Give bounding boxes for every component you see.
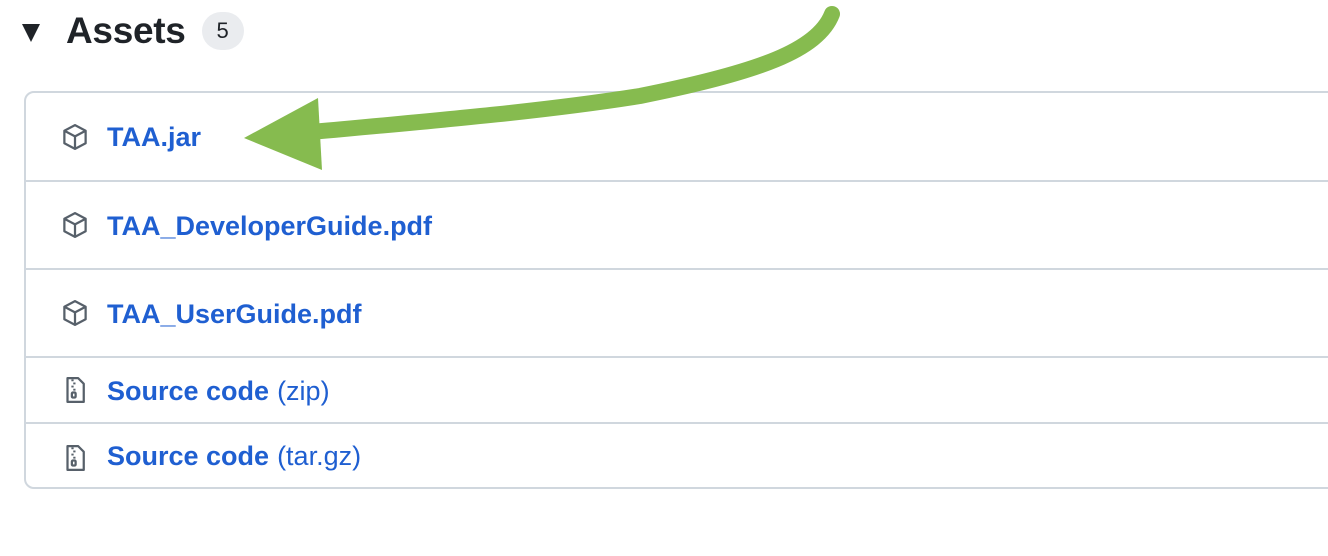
- package-icon: [60, 210, 90, 240]
- assets-list: TAA.jar TAA_DeveloperGuide.pdf TAA_UserG…: [24, 91, 1328, 489]
- assets-header: Assets 5: [22, 8, 244, 54]
- asset-row-developer-guide[interactable]: TAA_DeveloperGuide.pdf: [26, 182, 1328, 270]
- asset-link[interactable]: TAA.jar: [107, 122, 201, 152]
- package-icon: [60, 298, 90, 328]
- release-assets-page: Assets 5 TAA.jar TAA_DeveloperGuide.pdf …: [0, 0, 1328, 556]
- asset-link[interactable]: Source code: [107, 376, 269, 406]
- asset-row-user-guide[interactable]: TAA_UserGuide.pdf: [26, 270, 1328, 358]
- file-zip-icon: [60, 443, 90, 473]
- asset-row-source-targz[interactable]: Source code (tar.gz): [26, 424, 1328, 487]
- asset-link[interactable]: TAA_DeveloperGuide.pdf: [107, 211, 432, 241]
- asset-row-taa-jar[interactable]: TAA.jar: [26, 93, 1328, 182]
- asset-format-label: (tar.gz): [277, 441, 362, 471]
- assets-title: Assets: [66, 10, 186, 51]
- asset-link[interactable]: TAA_UserGuide.pdf: [107, 299, 362, 329]
- asset-link[interactable]: Source code: [107, 441, 269, 471]
- file-zip-icon: [60, 375, 90, 405]
- collapse-toggle-icon[interactable]: [22, 24, 40, 42]
- asset-row-source-zip[interactable]: Source code (zip): [26, 358, 1328, 424]
- asset-format-label: (zip): [277, 376, 330, 406]
- package-icon: [60, 122, 90, 152]
- assets-count-badge: 5: [201, 12, 244, 50]
